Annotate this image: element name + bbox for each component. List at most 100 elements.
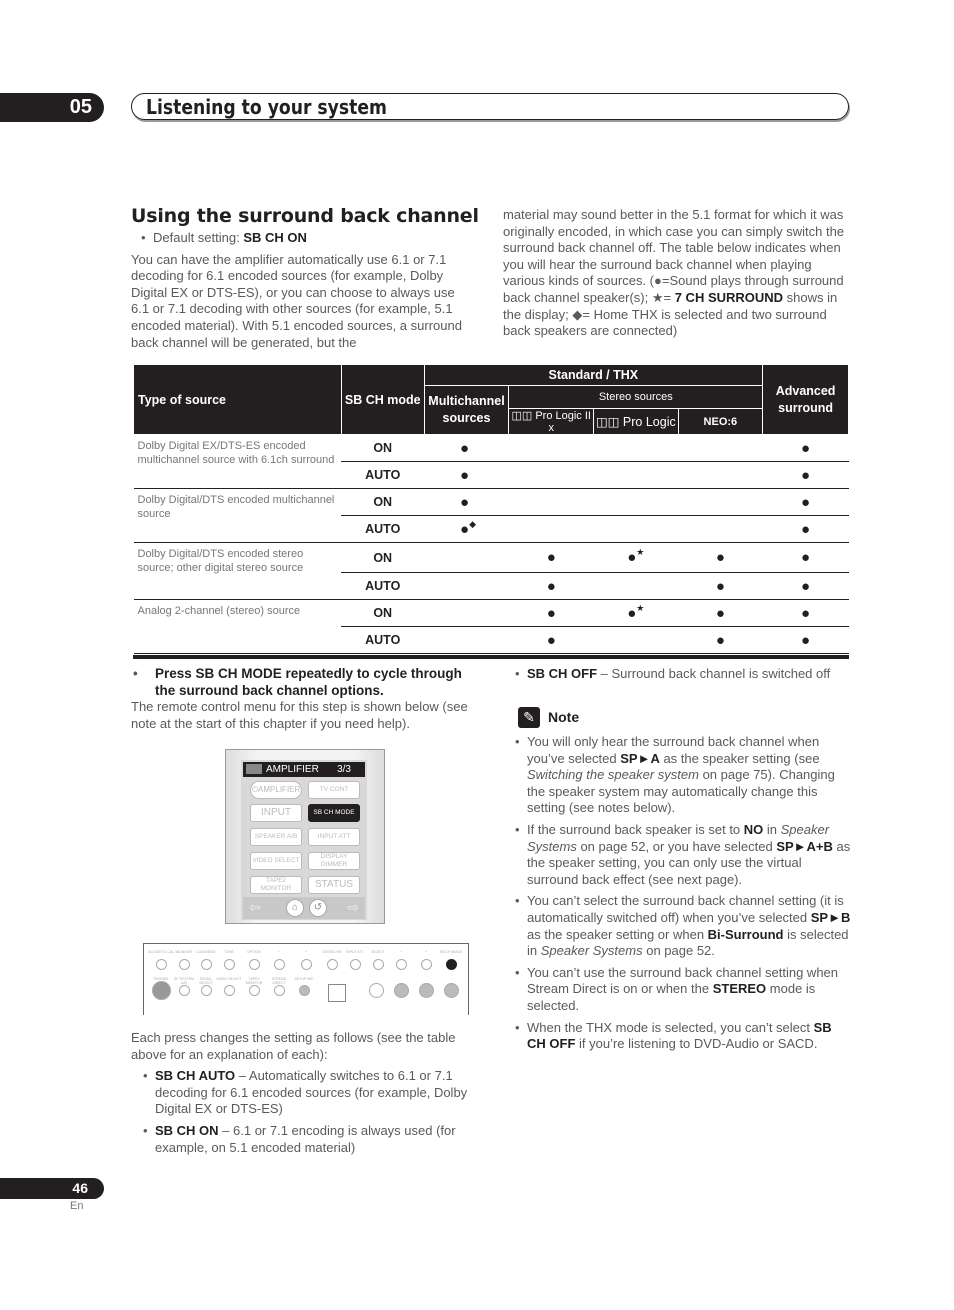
panel-label: VIDEO SELECT bbox=[216, 977, 242, 981]
mark-cell-multi: ● bbox=[424, 434, 509, 462]
mark-cell-neo6 bbox=[678, 434, 763, 462]
mark-cell-pl bbox=[593, 461, 679, 489]
mark-cell-pl2x: ● bbox=[508, 542, 594, 573]
panel-knob[interactable] bbox=[179, 985, 190, 996]
note-reference: Switching the speaker system bbox=[527, 767, 699, 783]
remote-button-sb-ch-mode[interactable]: SB CH MODE bbox=[308, 804, 360, 822]
panel-knob[interactable] bbox=[299, 985, 310, 996]
remote-nav-bar: ⇦ ⌂ ↺ ⇨ bbox=[243, 897, 365, 919]
sound-dot: ● bbox=[546, 577, 556, 595]
term-sb-ch-auto: SB CH AUTO bbox=[155, 1068, 236, 1084]
sb-ch-mode-cell: AUTO bbox=[341, 515, 425, 543]
back-icon[interactable]: ↺ bbox=[309, 899, 327, 917]
remote-button-video-select[interactable]: VIDEO SELECT bbox=[250, 852, 302, 870]
phones-jack[interactable] bbox=[152, 981, 171, 1000]
panel-knob[interactable] bbox=[201, 985, 212, 996]
sb-ch-mode-button[interactable] bbox=[446, 959, 457, 970]
panel-knob[interactable] bbox=[350, 959, 361, 970]
remote-button-status[interactable]: STATUS bbox=[308, 876, 360, 894]
panel-knob[interactable] bbox=[179, 959, 190, 970]
sound-dot: ● bbox=[801, 631, 811, 649]
sound-dot: ● bbox=[627, 604, 637, 622]
dolby-icon: ◫◫ bbox=[595, 415, 620, 429]
star-mark: ★ bbox=[636, 602, 645, 613]
note-text: on page 52, or you have selected bbox=[576, 838, 777, 854]
remote-button-input[interactable]: INPUT bbox=[250, 804, 302, 822]
s-video-jack bbox=[369, 983, 384, 998]
mark-cell-neo6: ● bbox=[678, 572, 763, 600]
mark-cell-adv: ● bbox=[762, 626, 849, 654]
sound-dot: ● bbox=[627, 549, 637, 566]
panel-knob[interactable] bbox=[156, 959, 167, 970]
source-type-cell: Dolby Digital EX/DTS-ES encoded multicha… bbox=[133, 434, 342, 489]
step-bold: Press SB CH MODE repeatedly to cycle thr… bbox=[131, 666, 476, 699]
panel-knob[interactable] bbox=[396, 959, 407, 970]
sb-ch-mode-cell: AUTO bbox=[341, 626, 425, 654]
term-sb-ch-on: SB CH ON bbox=[155, 1122, 219, 1138]
sound-dot: ● bbox=[715, 577, 725, 595]
remote-screen-header: AMPLIFIER 3/3 bbox=[243, 762, 365, 777]
arrow-left-icon[interactable]: ⇦ bbox=[249, 899, 261, 916]
remote-button-tv-cont[interactable]: TV CONT bbox=[308, 781, 360, 799]
panel-label: TONE bbox=[224, 950, 234, 954]
explanation-item-off: SB CH OFF – Surround back channel is swi… bbox=[513, 666, 858, 683]
panel-knob[interactable] bbox=[201, 959, 212, 970]
note-bold-term: Bi-Surround bbox=[707, 926, 784, 942]
mark-cell-neo6 bbox=[678, 515, 763, 543]
desc-sb-ch-off: – Surround back channel is switched off bbox=[597, 666, 831, 681]
chapter-title: Listening to your system bbox=[146, 95, 387, 119]
note-text: When the THX mode is selected, you can’t… bbox=[527, 1019, 814, 1035]
panel-knob[interactable] bbox=[373, 959, 384, 970]
panel-knob[interactable] bbox=[421, 959, 432, 970]
mark-cell-multi bbox=[424, 626, 509, 654]
header-sb-ch-mode: SB CH mode bbox=[340, 364, 425, 435]
remote-button-speaker-a-b[interactable]: SPEAKER A/B bbox=[250, 828, 302, 846]
note-text: in bbox=[763, 821, 781, 837]
intro-column-left: Default setting: SB CH ON You can have t… bbox=[131, 230, 476, 351]
panel-label: + bbox=[424, 950, 428, 954]
table-body: Dolby Digital EX/DTS-ES encoded multicha… bbox=[133, 434, 849, 654]
remote-button-display-dimmer[interactable]: DISPLAY DIMMER bbox=[308, 852, 360, 870]
header-standard-thx: Standard / THX bbox=[423, 364, 764, 386]
panel-knob[interactable] bbox=[224, 985, 235, 996]
note-text: You can’t select the surround back chann… bbox=[527, 893, 844, 925]
panel-knob[interactable] bbox=[327, 959, 338, 970]
arrow-right-icon[interactable]: ⇨ bbox=[347, 899, 359, 916]
header-advanced-surround: Advanced surround bbox=[762, 364, 849, 435]
mark-cell-pl bbox=[593, 488, 679, 516]
panel-knob[interactable] bbox=[249, 985, 260, 996]
home-icon[interactable]: ⌂ bbox=[286, 899, 304, 917]
remote-button-tape2-monitor[interactable]: TAPE2 MONITOR bbox=[250, 876, 302, 894]
mark-cell-pl: ●★ bbox=[593, 542, 679, 573]
header-type-of-source: Type of source bbox=[133, 364, 342, 435]
panel-knob[interactable] bbox=[224, 959, 235, 970]
mark-cell-pl bbox=[593, 572, 679, 600]
panel-knob[interactable] bbox=[274, 985, 285, 996]
note-bold-term: SP►A+B bbox=[776, 838, 833, 854]
chapter-number-badge: 05 bbox=[0, 93, 104, 122]
table-bottom-rule bbox=[133, 655, 849, 659]
table-row: Analog 2-channel (stereo) source ON ● ●★ ● ● bbox=[133, 599, 849, 654]
panel-knob[interactable] bbox=[274, 959, 285, 970]
note-text: If the surround back speaker is set to bbox=[527, 821, 744, 837]
explanation-item-off-bullet: SB CH OFF – Surround back channel is swi… bbox=[513, 666, 858, 683]
note-title: Note bbox=[548, 709, 580, 725]
mark-cell-neo6: ● bbox=[678, 626, 763, 654]
sound-dot: ● bbox=[715, 604, 725, 622]
panel-knob[interactable] bbox=[301, 959, 312, 970]
intro-column-right: material may sound better in the 5.1 for… bbox=[503, 207, 853, 340]
table-row: Dolby Digital/DTS encoded multichannel s… bbox=[133, 488, 849, 543]
mark-cell-multi bbox=[424, 599, 509, 627]
header-pro-logic-2x: ◫◫ Pro Logic II x bbox=[508, 408, 594, 435]
note-item: If the surround back speaker is set to N… bbox=[513, 822, 853, 888]
remote-button-input-att[interactable]: INPUT ATT bbox=[308, 828, 360, 846]
panel-knob[interactable] bbox=[249, 959, 260, 970]
remote-button-amplifier[interactable]: ⏻AMPLIFIER bbox=[250, 781, 302, 799]
sound-dot: ● bbox=[801, 466, 811, 484]
step-instruction: Press SB CH MODE repeatedly to cycle thr… bbox=[131, 666, 476, 732]
panel-label: − bbox=[399, 950, 403, 954]
mark-cell-neo6: ● bbox=[678, 599, 763, 627]
mark-cell-multi bbox=[424, 572, 509, 600]
mark-cell-adv: ● bbox=[762, 572, 849, 600]
mark-cell-pl2x bbox=[508, 515, 594, 543]
